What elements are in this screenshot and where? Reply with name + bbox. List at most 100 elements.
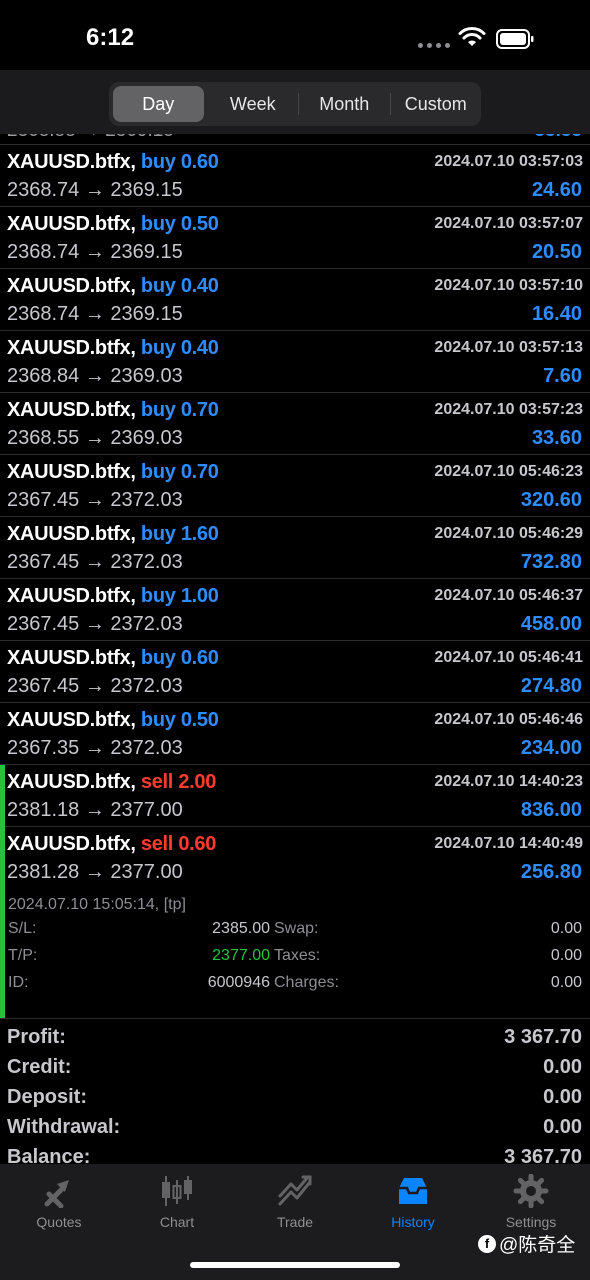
- deal-detail-panel: 2024.07.10 15:05:14, [tp] S/L: 2385.00 S…: [0, 826, 590, 1019]
- tab-label: Quotes: [36, 1214, 82, 1230]
- list-item[interactable]: XAUUSD.btfx, buy 0.60 2367.45 → 2372.03 …: [0, 641, 590, 703]
- summary-value: 3 367.70: [504, 1026, 582, 1048]
- deal-datetime: 2024.07.10 14:40:49: [434, 835, 583, 852]
- list-item[interactable]: XAUUSD.btfx, buy 0.50 2367.35 → 2372.03 …: [0, 703, 590, 765]
- deal-prices: 2381.28 → 2377.00: [7, 861, 183, 883]
- deal-prices: 2367.45 → 2372.03: [7, 675, 183, 697]
- detail-row-id-charges: ID: 6000946 Charges: 0.00: [8, 974, 582, 998]
- deal-prices: 2368.84 → 2369.03: [7, 365, 183, 387]
- deal-profit: 256.80: [520, 861, 582, 883]
- sl-value: 2385.00: [212, 920, 270, 937]
- deal-profit: 33.60: [531, 427, 582, 449]
- home-indicator: [190, 1262, 400, 1268]
- list-item-partial[interactable]: 2368.88 → 2369.15 33.33: [0, 134, 590, 145]
- tp-label: T/P:: [8, 947, 38, 964]
- deal-prices: 2367.45 → 2372.03: [7, 551, 183, 573]
- deal-prices: 2367.45 → 2372.03: [7, 489, 183, 511]
- deal-symbol: XAUUSD.btfx,: [7, 461, 136, 483]
- deal-prices: 2368.88 → 2369.15: [7, 134, 174, 142]
- deal-datetime: 2024.07.10 05:46:29: [434, 525, 583, 542]
- summary-row-deposit: Deposit: 0.00: [0, 1082, 590, 1112]
- list-item[interactable]: XAUUSD.btfx, buy 0.40 2368.74 → 2369.15 …: [0, 269, 590, 331]
- history-header: Day Week Month Custom: [0, 70, 590, 134]
- deal-prices: 2368.74 → 2369.15: [7, 241, 183, 263]
- list-item-expanded[interactable]: XAUUSD.btfx, sell 0.60 2381.28 → 2377.00…: [0, 827, 590, 888]
- id-value: 6000946: [207, 974, 270, 991]
- charges-label: Charges:: [274, 974, 339, 991]
- deal-profit: 458.00: [520, 613, 582, 635]
- deal-prices: 2368.55 → 2369.03: [7, 427, 183, 449]
- deal-prices: 2367.45 → 2372.03: [7, 613, 183, 635]
- deal-symbol: XAUUSD.btfx,: [7, 213, 136, 235]
- deal-profit: 33.33: [534, 134, 582, 142]
- tab-label: Settings: [505, 1214, 557, 1230]
- segment-month[interactable]: Month: [299, 86, 390, 122]
- list-item[interactable]: XAUUSD.btfx, buy 1.60 2367.45 → 2372.03 …: [0, 517, 590, 579]
- deal-side: buy 0.70: [140, 399, 219, 421]
- deal-profit: 20.50: [531, 241, 582, 263]
- tab-settings[interactable]: Settings: [472, 1174, 590, 1234]
- tab-history[interactable]: History: [354, 1174, 472, 1234]
- list-item[interactable]: XAUUSD.btfx, buy 0.70 2368.55 → 2369.03 …: [0, 393, 590, 455]
- list-item[interactable]: XAUUSD.btfx, buy 0.60 2368.74 → 2369.15 …: [0, 145, 590, 207]
- deal-symbol: XAUUSD.btfx,: [7, 151, 136, 173]
- deal-symbol: XAUUSD.btfx,: [7, 833, 136, 855]
- quotes-arrows-icon: [44, 1178, 71, 1208]
- deal-datetime: 2024.07.10 03:57:10: [434, 277, 583, 294]
- candlestick-icon: [162, 1176, 192, 1206]
- deals-list[interactable]: 2368.88 → 2369.15 33.33 XAUUSD.btfx, buy…: [0, 134, 590, 1019]
- summary-label: Deposit:: [7, 1086, 87, 1108]
- deal-profit: 836.00: [520, 799, 582, 821]
- detail-row-tp-taxes: T/P: 2377.00 Taxes: 0.00: [8, 947, 582, 971]
- deal-prices: 2381.18 → 2377.00: [7, 799, 183, 821]
- summary-value: 0.00: [543, 1116, 582, 1138]
- wifi-icon: [458, 27, 486, 46]
- tab-trade[interactable]: Trade: [236, 1174, 354, 1234]
- summary-label: Withdrawal:: [7, 1116, 121, 1138]
- deal-profit: 7.60: [543, 365, 582, 387]
- summary-row-credit: Credit: 0.00: [0, 1052, 590, 1082]
- swap-label: Swap:: [274, 920, 319, 937]
- tab-chart[interactable]: Chart: [118, 1174, 236, 1234]
- taxes-label: Taxes:: [274, 947, 321, 964]
- list-item-selected[interactable]: XAUUSD.btfx, sell 2.00 2381.18 → 2377.00…: [0, 765, 590, 827]
- deal-datetime: 2024.07.10 05:46:23: [434, 463, 583, 480]
- deal-symbol: XAUUSD.btfx,: [7, 771, 136, 793]
- deal-side: buy 0.50: [140, 213, 219, 235]
- deal-prices: 2368.74 → 2369.15: [7, 303, 183, 325]
- deal-datetime: 2024.07.10 14:40:23: [434, 773, 583, 790]
- tab-label: Trade: [276, 1214, 314, 1230]
- tab-quotes[interactable]: Quotes: [0, 1174, 118, 1234]
- deal-profit: 16.40: [531, 303, 582, 325]
- deal-prices: 2367.35 → 2372.03: [7, 737, 183, 759]
- summary-value: 0.00: [543, 1086, 582, 1108]
- watermark: f @陈奇全: [478, 1230, 575, 1257]
- sl-label: S/L:: [8, 920, 37, 937]
- deal-profit: 732.80: [520, 551, 582, 573]
- segment-day[interactable]: Day: [113, 86, 204, 122]
- account-summary: Profit: 3 367.70 Credit: 0.00 Deposit: 0…: [0, 1022, 590, 1172]
- list-item[interactable]: XAUUSD.btfx, buy 0.70 2367.45 → 2372.03 …: [0, 455, 590, 517]
- deal-side: buy 0.70: [140, 461, 219, 483]
- watermark-text: @陈奇全: [499, 1235, 576, 1256]
- deal-datetime: 2024.07.10 03:57:03: [434, 153, 583, 170]
- deal-datetime: 2024.07.10 03:57:13: [434, 339, 583, 356]
- list-item[interactable]: XAUUSD.btfx, buy 0.50 2368.74 → 2369.15 …: [0, 207, 590, 269]
- deal-symbol: XAUUSD.btfx,: [7, 647, 136, 669]
- deal-symbol: XAUUSD.btfx,: [7, 399, 136, 421]
- deal-side: buy 0.40: [140, 275, 219, 297]
- list-item[interactable]: XAUUSD.btfx, buy 0.40 2368.84 → 2369.03 …: [0, 331, 590, 393]
- status-bar: 6:12: [0, 0, 590, 80]
- summary-row-withdrawal: Withdrawal: 0.00: [0, 1112, 590, 1142]
- segment-week[interactable]: Week: [208, 86, 299, 122]
- segment-custom[interactable]: Custom: [391, 86, 482, 122]
- deal-side: sell 2.00: [140, 771, 217, 793]
- deal-symbol: XAUUSD.btfx,: [7, 275, 136, 297]
- id-label: ID:: [8, 974, 29, 991]
- deal-side: buy 1.00: [140, 585, 219, 607]
- deal-profit: 24.60: [531, 179, 582, 201]
- list-item[interactable]: XAUUSD.btfx, buy 1.00 2367.45 → 2372.03 …: [0, 579, 590, 641]
- history-inbox-icon: [399, 1178, 427, 1204]
- deal-symbol: XAUUSD.btfx,: [7, 585, 136, 607]
- tab-label: Chart: [159, 1214, 195, 1230]
